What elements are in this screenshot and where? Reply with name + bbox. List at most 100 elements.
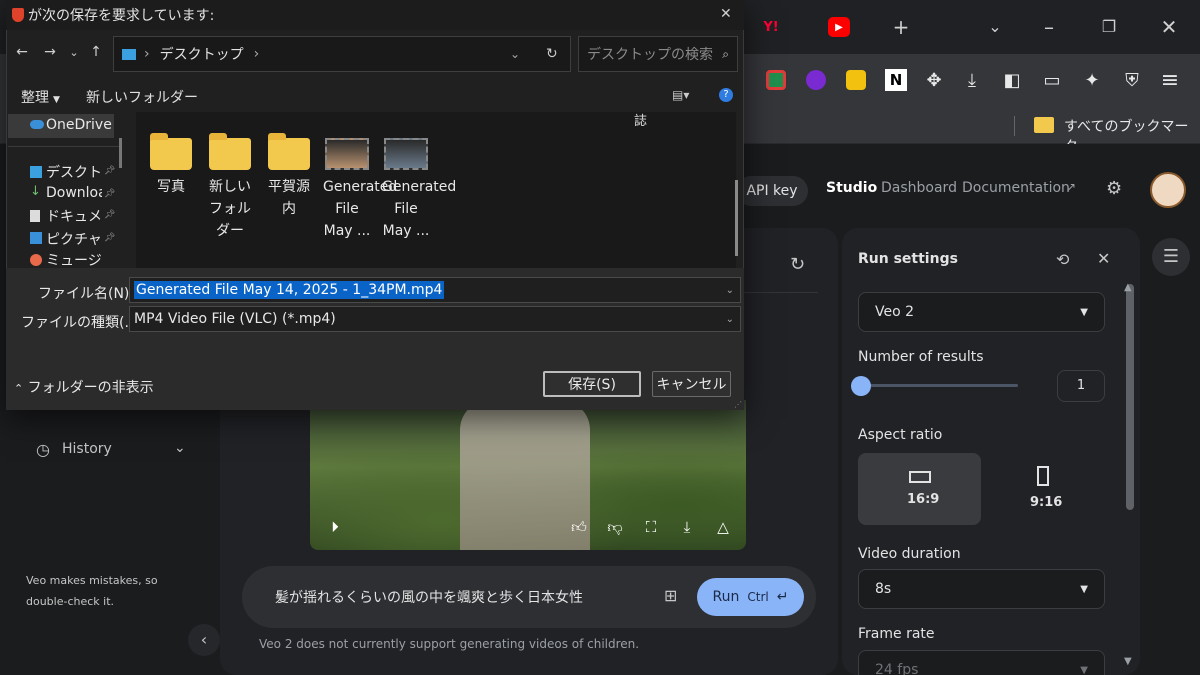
yahoo-icon[interactable]: Y! xyxy=(760,17,782,37)
wallet-icon[interactable]: ▭ xyxy=(1038,66,1066,94)
prompt-text[interactable]: 髪が揺れるくらいの風の中を颯爽と歩く日本女性 xyxy=(275,587,583,607)
file-item-video[interactable]: Generated File May ... xyxy=(323,138,397,242)
chevron-down-icon[interactable]: ⌄ xyxy=(174,440,186,456)
nav-desktop[interactable]: デスクトップ xyxy=(46,162,104,182)
close-icon[interactable]: ✕ xyxy=(1097,249,1110,268)
aspect-ratio-label: Aspect ratio xyxy=(858,427,943,443)
sparkle-icon[interactable]: ✦ xyxy=(1078,66,1106,94)
api-key-button[interactable]: API key xyxy=(736,176,808,206)
new-folder-button[interactable]: 新しいフォルダー xyxy=(86,87,198,107)
model-select[interactable]: Veo 2 ▼ xyxy=(858,292,1105,332)
run-label: Run xyxy=(712,589,740,605)
view-options-icon[interactable]: ▤▾ xyxy=(672,88,689,102)
menu-icon[interactable]: ≡ xyxy=(1156,66,1184,94)
extensions-puzzle-icon[interactable]: ✥ xyxy=(920,66,948,94)
resize-grip-icon[interactable]: ⋰ xyxy=(734,400,742,409)
recent-locations-icon[interactable]: ⌄ xyxy=(64,46,84,66)
back-arrow-icon[interactable]: ← xyxy=(12,44,32,64)
chevron-up-icon: ⌃ xyxy=(14,382,24,395)
results-slider-thumb[interactable] xyxy=(851,376,871,396)
studio-link[interactable]: Studio xyxy=(826,180,877,196)
video-thumbnail-icon xyxy=(384,138,428,170)
nav-scrollbar[interactable] xyxy=(119,138,122,168)
run-settings-title: Run settings xyxy=(858,251,958,267)
hide-folders-toggle[interactable]: ⌃ フォルダーの非表示 xyxy=(14,377,154,397)
fullscreen-icon[interactable]: ⛶ xyxy=(640,516,662,538)
sidebar-icon[interactable]: ◧ xyxy=(998,66,1026,94)
extension-red-icon[interactable] xyxy=(762,66,790,94)
tune-settings-icon[interactable]: ☰ xyxy=(1152,238,1190,276)
avatar[interactable] xyxy=(1150,172,1186,208)
organize-menu[interactable]: 整理 ▼ xyxy=(21,87,60,107)
thumbs-down-icon[interactable]: 👎︎ xyxy=(604,516,626,538)
file-scrollbar[interactable] xyxy=(735,180,738,256)
play-icon[interactable]: ⏵ xyxy=(324,516,346,538)
drive-icon[interactable]: △ xyxy=(712,516,734,538)
nav-downloads[interactable]: Downloads xyxy=(46,185,102,201)
pin-icon: 📌︎ xyxy=(104,210,116,220)
extension-chat-icon[interactable] xyxy=(802,66,830,94)
file-item-folder[interactable]: 新しいフォルダー xyxy=(206,133,254,242)
forward-arrow-icon[interactable]: → xyxy=(40,44,60,64)
dashboard-link[interactable]: Dashboard xyxy=(881,180,957,196)
thumbs-up-icon[interactable]: 👍︎ xyxy=(568,516,590,538)
close-window-button[interactable]: ✕ xyxy=(1154,12,1184,42)
pin-icon: 📌︎ xyxy=(104,166,116,176)
settings-gear-icon[interactable]: ⚙ xyxy=(1106,178,1122,199)
download-icon[interactable]: ⤓ xyxy=(676,516,698,538)
nav-music[interactable]: ミュージック xyxy=(46,250,104,270)
reset-icon[interactable]: ⟲ xyxy=(1056,250,1069,269)
up-arrow-icon[interactable]: ↑ xyxy=(86,44,106,64)
history-link[interactable]: History xyxy=(62,441,112,457)
filetype-select[interactable]: MP4 Video File (VLC) (*.mp4) ⌄ xyxy=(129,306,741,332)
file-item-folder[interactable]: 写真 xyxy=(147,133,195,198)
add-image-icon[interactable]: ⊞ xyxy=(664,586,677,605)
aspect-option-16-9[interactable] xyxy=(858,453,981,525)
filename-input[interactable]: Generated File May 14, 2025 - 1_34PM.mp4… xyxy=(129,277,741,303)
maximize-button[interactable]: ❐ xyxy=(1094,12,1124,42)
history-icon: ◷ xyxy=(36,440,50,459)
nav-onedrive[interactable]: OneDrive xyxy=(46,117,116,133)
download-icon[interactable]: ⤓ xyxy=(958,66,986,94)
frame-rate-value: 24 fps xyxy=(875,662,919,675)
help-icon[interactable]: ? xyxy=(719,88,733,102)
portrait-icon[interactable] xyxy=(1037,466,1049,486)
results-count-input[interactable]: 1 xyxy=(1057,370,1105,402)
results-slider-track[interactable] xyxy=(860,384,1018,387)
file-item-video[interactable]: Generated File May ... xyxy=(382,138,457,242)
dialog-search-input[interactable]: デスクトップの検索 ⌕ xyxy=(578,36,738,72)
path-dropdown-icon[interactable]: ⌄ xyxy=(510,47,520,61)
refresh-icon[interactable]: ↻ xyxy=(546,46,558,62)
aspect-9-16-label[interactable]: 9:16 xyxy=(1030,495,1062,510)
new-tab-button[interactable]: + xyxy=(886,12,916,42)
duration-select[interactable]: 8s ▼ xyxy=(858,569,1105,609)
notion-icon[interactable]: N xyxy=(882,66,910,94)
nav-documents[interactable]: ドキュメント xyxy=(46,206,102,226)
right-rail xyxy=(1148,228,1200,675)
youtube-icon[interactable]: ▶ xyxy=(828,17,850,37)
documentation-link[interactable]: Documentation xyxy=(962,180,1070,196)
file-label: Generated File May ... xyxy=(382,179,457,239)
filetype-label: ファイルの種類(... xyxy=(21,315,138,331)
refresh-icon[interactable]: ↻ xyxy=(790,254,805,275)
minimize-button[interactable]: – xyxy=(1034,12,1064,42)
frame-rate-select[interactable]: 24 fps ▼ xyxy=(858,650,1105,675)
nav-pictures[interactable]: ピクチャ xyxy=(46,229,102,249)
address-bar[interactable]: › デスクトップ › ⌄ ↻ xyxy=(113,36,571,72)
dropdown-arrow-icon: ⌄ xyxy=(725,284,734,296)
vpn-shield-icon[interactable]: ⛨ xyxy=(1118,66,1146,94)
scroll-down-icon[interactable]: ▼ xyxy=(1124,656,1132,667)
collapse-nav-button[interactable]: ‹ xyxy=(188,624,220,656)
file-item-folder[interactable]: 平賀源内 xyxy=(265,133,313,220)
extension-bulb-icon[interactable] xyxy=(842,66,870,94)
settings-scrollbar[interactable] xyxy=(1126,284,1134,510)
scroll-up-icon[interactable]: ▲ xyxy=(1124,282,1132,293)
video-thumbnail-icon xyxy=(325,138,369,170)
prompt-note: Veo 2 does not currently support generat… xyxy=(259,637,640,651)
tab-search-chevron-icon[interactable]: ⌄ xyxy=(980,12,1010,42)
save-button[interactable]: 保存(S) xyxy=(543,371,641,397)
path-desktop[interactable]: デスクトップ xyxy=(160,44,244,64)
dialog-close-button[interactable]: ✕ xyxy=(720,6,732,22)
cancel-button[interactable]: キャンセル xyxy=(652,371,731,397)
run-button[interactable]: Run Ctrl ↵ xyxy=(697,578,804,616)
